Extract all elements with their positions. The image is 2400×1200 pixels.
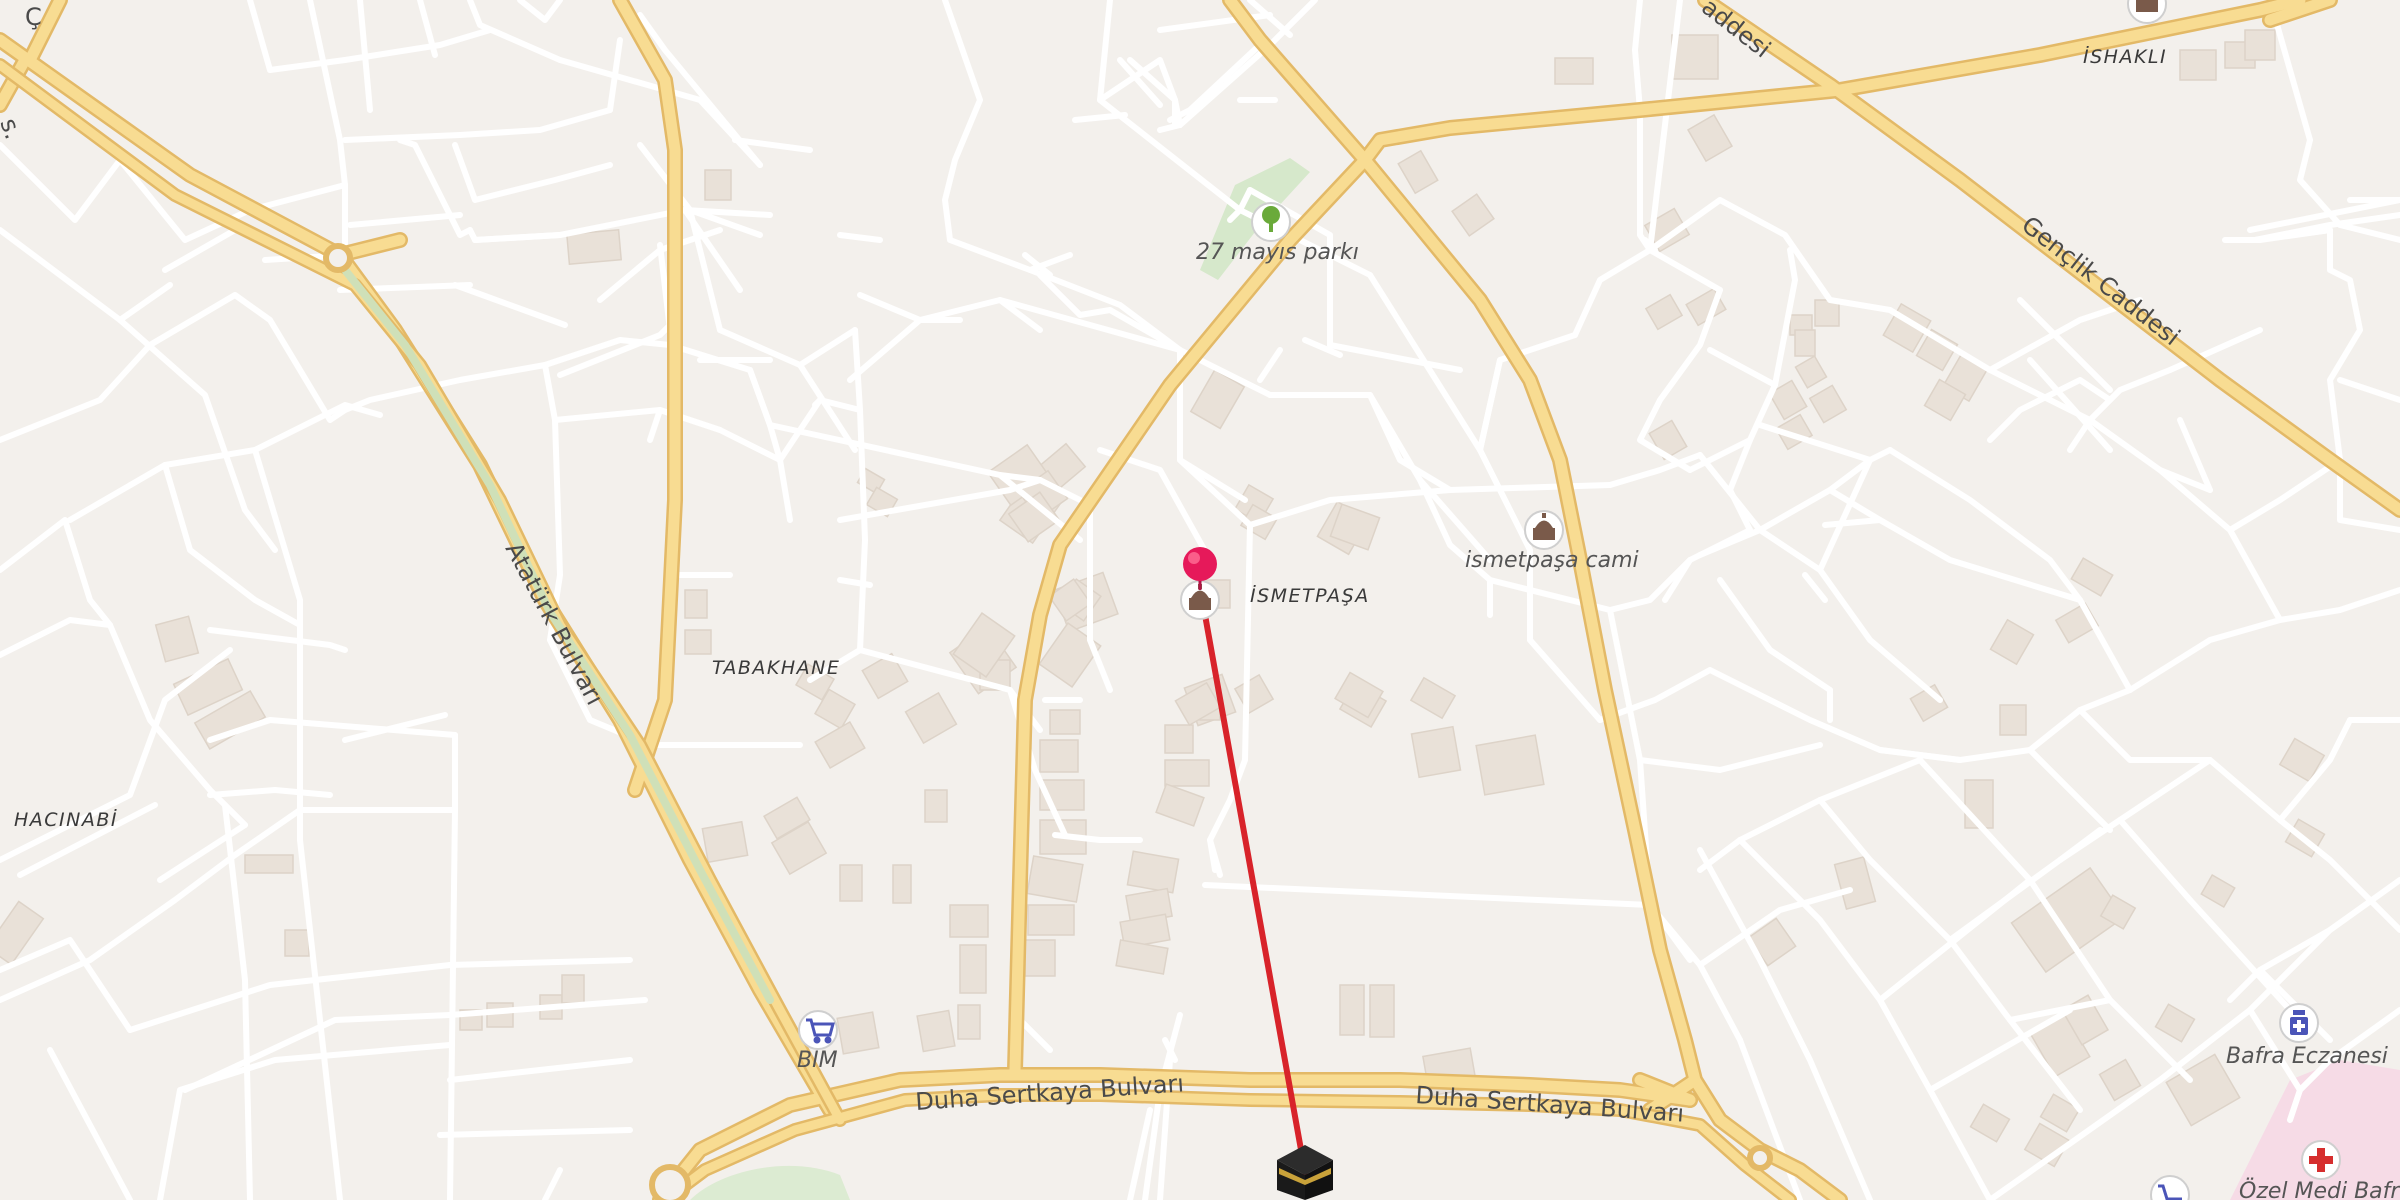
neighborhood-label-ishakli: İSHAKLI bbox=[2083, 45, 2167, 68]
street-label-genclik: Gençlik Caddesi bbox=[2016, 211, 2185, 352]
street-label-edge-top: Ç bbox=[25, 3, 42, 31]
poi-label-park: 27 mayıs parkı bbox=[1196, 240, 1359, 265]
poi-bottom-right[interactable] bbox=[2150, 1175, 2190, 1200]
street-label-edge-left: s. bbox=[0, 114, 28, 143]
poi-cami[interactable] bbox=[1524, 510, 1564, 550]
map-layer: İSMETPAŞA TABAKHANE HACINABİ İSHAKLI Ata… bbox=[0, 0, 2400, 1200]
poi-park[interactable] bbox=[1251, 202, 1291, 242]
poi-bim[interactable] bbox=[798, 1010, 838, 1050]
neighborhood-label-ismetpasa: İSMETPAŞA bbox=[1250, 584, 1370, 607]
poi-top-right[interactable] bbox=[2127, 0, 2167, 24]
poi-label-eczane: Bafra Eczanesi bbox=[2226, 1044, 2388, 1069]
kaaba-icon bbox=[1277, 1145, 1333, 1200]
poi-eczane[interactable] bbox=[2279, 1003, 2319, 1043]
neighborhood-label-tabakhane: TABAKHANE bbox=[712, 657, 840, 679]
neighborhood-label-hacinabi: HACINABİ bbox=[14, 808, 118, 831]
mosque-icon bbox=[2136, 0, 2158, 12]
roundabouts bbox=[323, 243, 1773, 1200]
location-pin-icon bbox=[1183, 547, 1217, 581]
poi-label-cami: ismetpaşa cami bbox=[1465, 548, 1639, 573]
kaaba-marker[interactable] bbox=[1277, 1145, 1333, 1200]
poi-label-hospital: Özel Medi Bafra bbox=[2239, 1178, 2400, 1200]
map-canvas[interactable]: İSMETPAŞA TABAKHANE HACINABİ İSHAKLI Ata… bbox=[0, 0, 2400, 1200]
street-label-ataturk: Atatürk Bulvarı bbox=[500, 538, 609, 710]
poi-hospital[interactable] bbox=[2301, 1140, 2341, 1180]
poi-label-bim: BİM bbox=[797, 1047, 838, 1073]
